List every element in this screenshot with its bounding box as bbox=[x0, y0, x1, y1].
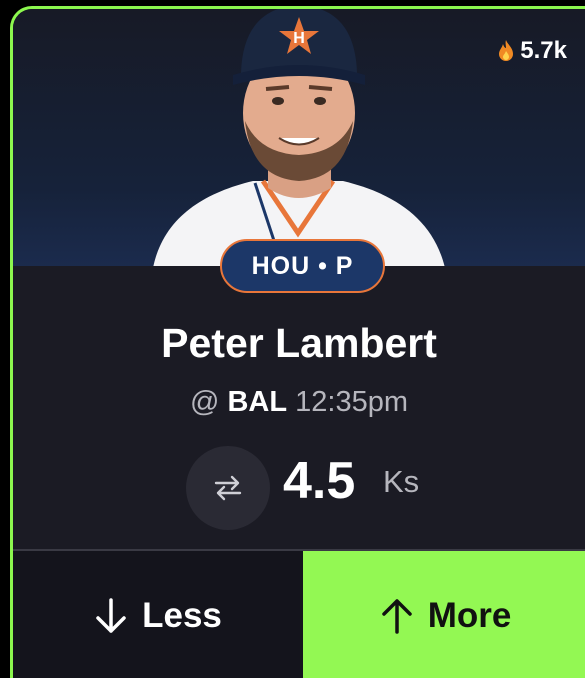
player-photo-area: H 5.7k bbox=[13, 9, 585, 266]
projection-stat: Ks bbox=[383, 464, 420, 499]
team-position-badge: HOU • P bbox=[220, 239, 385, 293]
popularity-label: 5.7k bbox=[520, 37, 567, 64]
opponent-team: BAL bbox=[227, 386, 288, 418]
swap-arrows-icon bbox=[214, 475, 242, 501]
less-button[interactable]: Less bbox=[13, 551, 303, 678]
fire-icon bbox=[499, 40, 514, 61]
projection-line: 4.5 bbox=[283, 452, 356, 510]
matchup-prefix: @ bbox=[189, 386, 220, 418]
swap-stat-button[interactable] bbox=[186, 446, 270, 530]
svg-text:H: H bbox=[293, 30, 305, 47]
player-name: Peter Lambert bbox=[161, 320, 437, 366]
player-prop-card[interactable]: H 5.7k HOU • P Peter Lambert @ BAL 12:35… bbox=[10, 6, 585, 678]
more-button[interactable]: More bbox=[303, 551, 585, 678]
player-photo: H bbox=[153, 9, 445, 266]
game-matchup: @ BAL 12:35pm bbox=[13, 386, 585, 419]
arrow-down-icon bbox=[96, 598, 126, 633]
arrow-up-icon bbox=[381, 599, 412, 634]
game-time: 12:35pm bbox=[295, 386, 409, 418]
more-label: More bbox=[427, 596, 512, 635]
less-label: Less bbox=[142, 596, 222, 635]
popularity-count: 5.7k bbox=[496, 37, 567, 65]
